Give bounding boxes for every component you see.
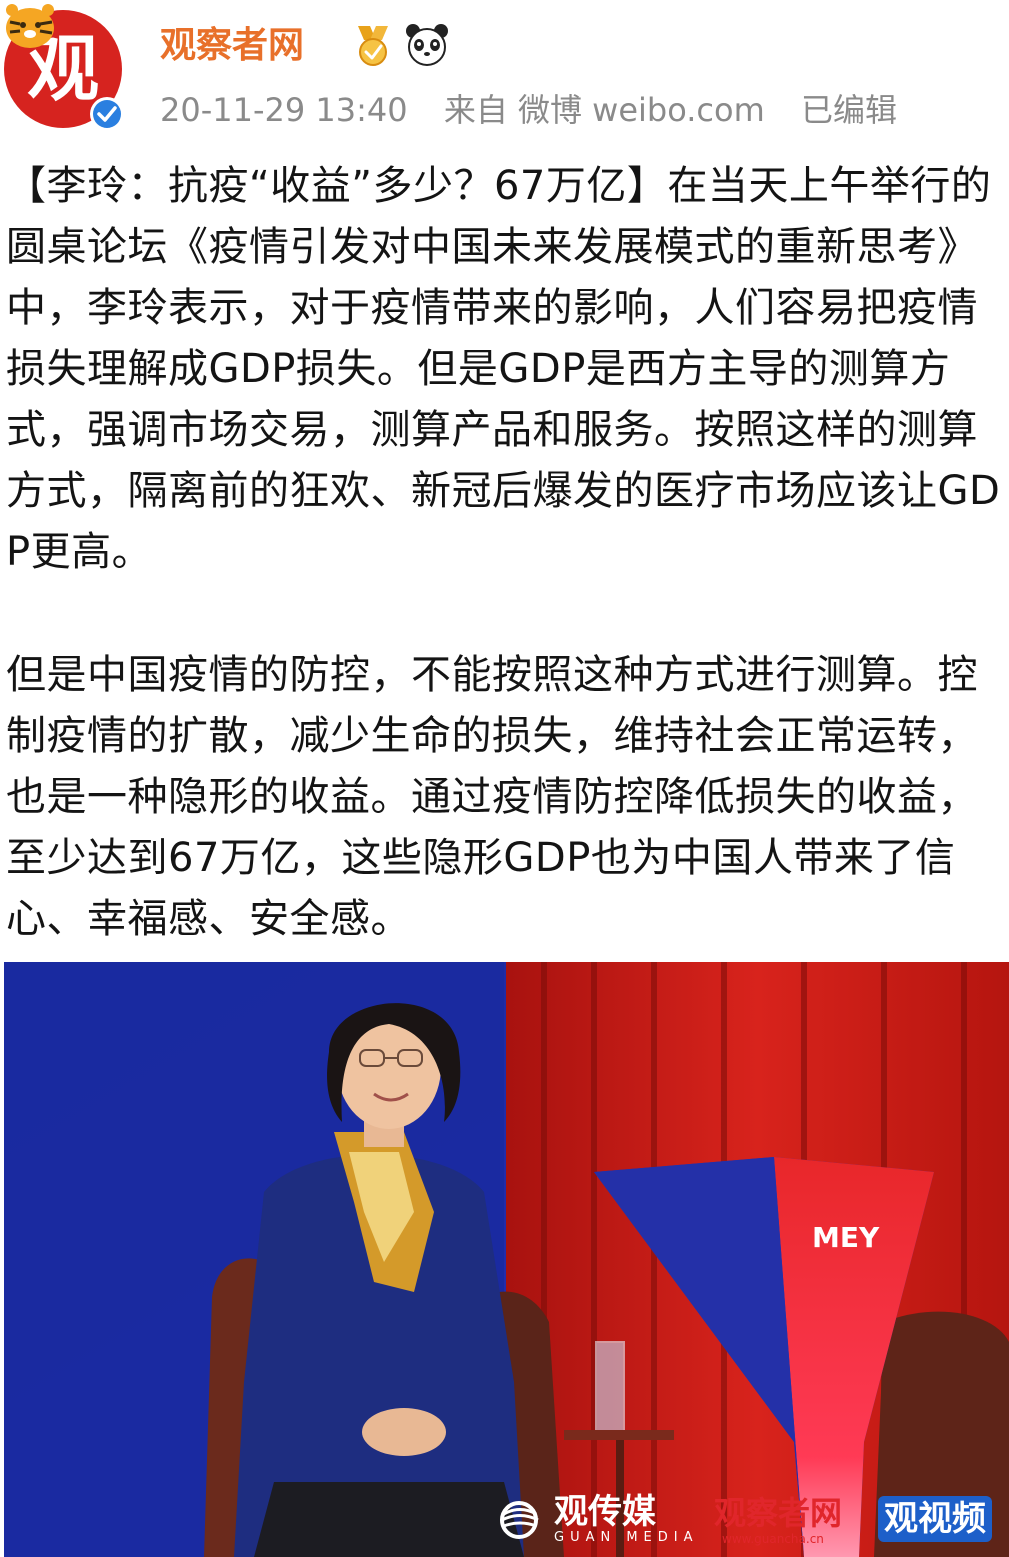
edited-label[interactable]: 已编辑 <box>801 91 897 129</box>
watermark-guanmedia-text: 观传媒 <box>554 1492 656 1532</box>
post-body: 【李玲：抗疫“收益”多少？67万亿】在当天上午举行的圆桌论坛《疫情引发对中国未来… <box>6 156 1006 950</box>
post-photo[interactable]: MEY <box>4 962 1009 1557</box>
tiger-mascot-icon <box>6 4 54 48</box>
post-header: 观 观察者网 20-11-29 13:40 来自 微博 weibo.com 已编 <box>0 0 1009 150</box>
watermark-guancha-url: www.guancha.cn <box>722 1532 824 1546</box>
stage-photo-illustration: MEY <box>4 962 1009 1557</box>
watermark-video: 观视频 <box>878 1496 992 1542</box>
panda-icon <box>406 24 448 66</box>
post-paragraph-1: 【李玲：抗疫“收益”多少？67万亿】在当天上午举行的圆桌论坛《疫情引发对中国未来… <box>6 163 1001 575</box>
post-meta: 20-11-29 13:40 来自 微博 weibo.com 已编辑 <box>160 88 923 132</box>
podium-label: MEY <box>812 1221 880 1254</box>
post-source: 来自 微博 weibo.com <box>443 91 765 129</box>
verified-check-icon <box>90 97 124 131</box>
photo-watermarks: 观传媒 GUAN MEDIA 观察者网 www.guancha.cn 观视频 <box>492 1490 1009 1552</box>
account-name[interactable]: 观察者网 <box>160 20 304 72</box>
post-paragraph-2: 但是中国疫情的防控，不能按照这种方式进行测算。控制疫情的扩散，减少生命的损失，维… <box>6 652 978 942</box>
watermark-guanmedia-sub: GUAN MEDIA <box>554 1530 699 1545</box>
gold-medal-icon <box>358 26 388 66</box>
watermark-guancha: 观察者网 <box>714 1494 843 1532</box>
guanmedia-logo-icon <box>500 1501 539 1539</box>
post-timestamp: 20-11-29 13:40 <box>160 91 408 129</box>
